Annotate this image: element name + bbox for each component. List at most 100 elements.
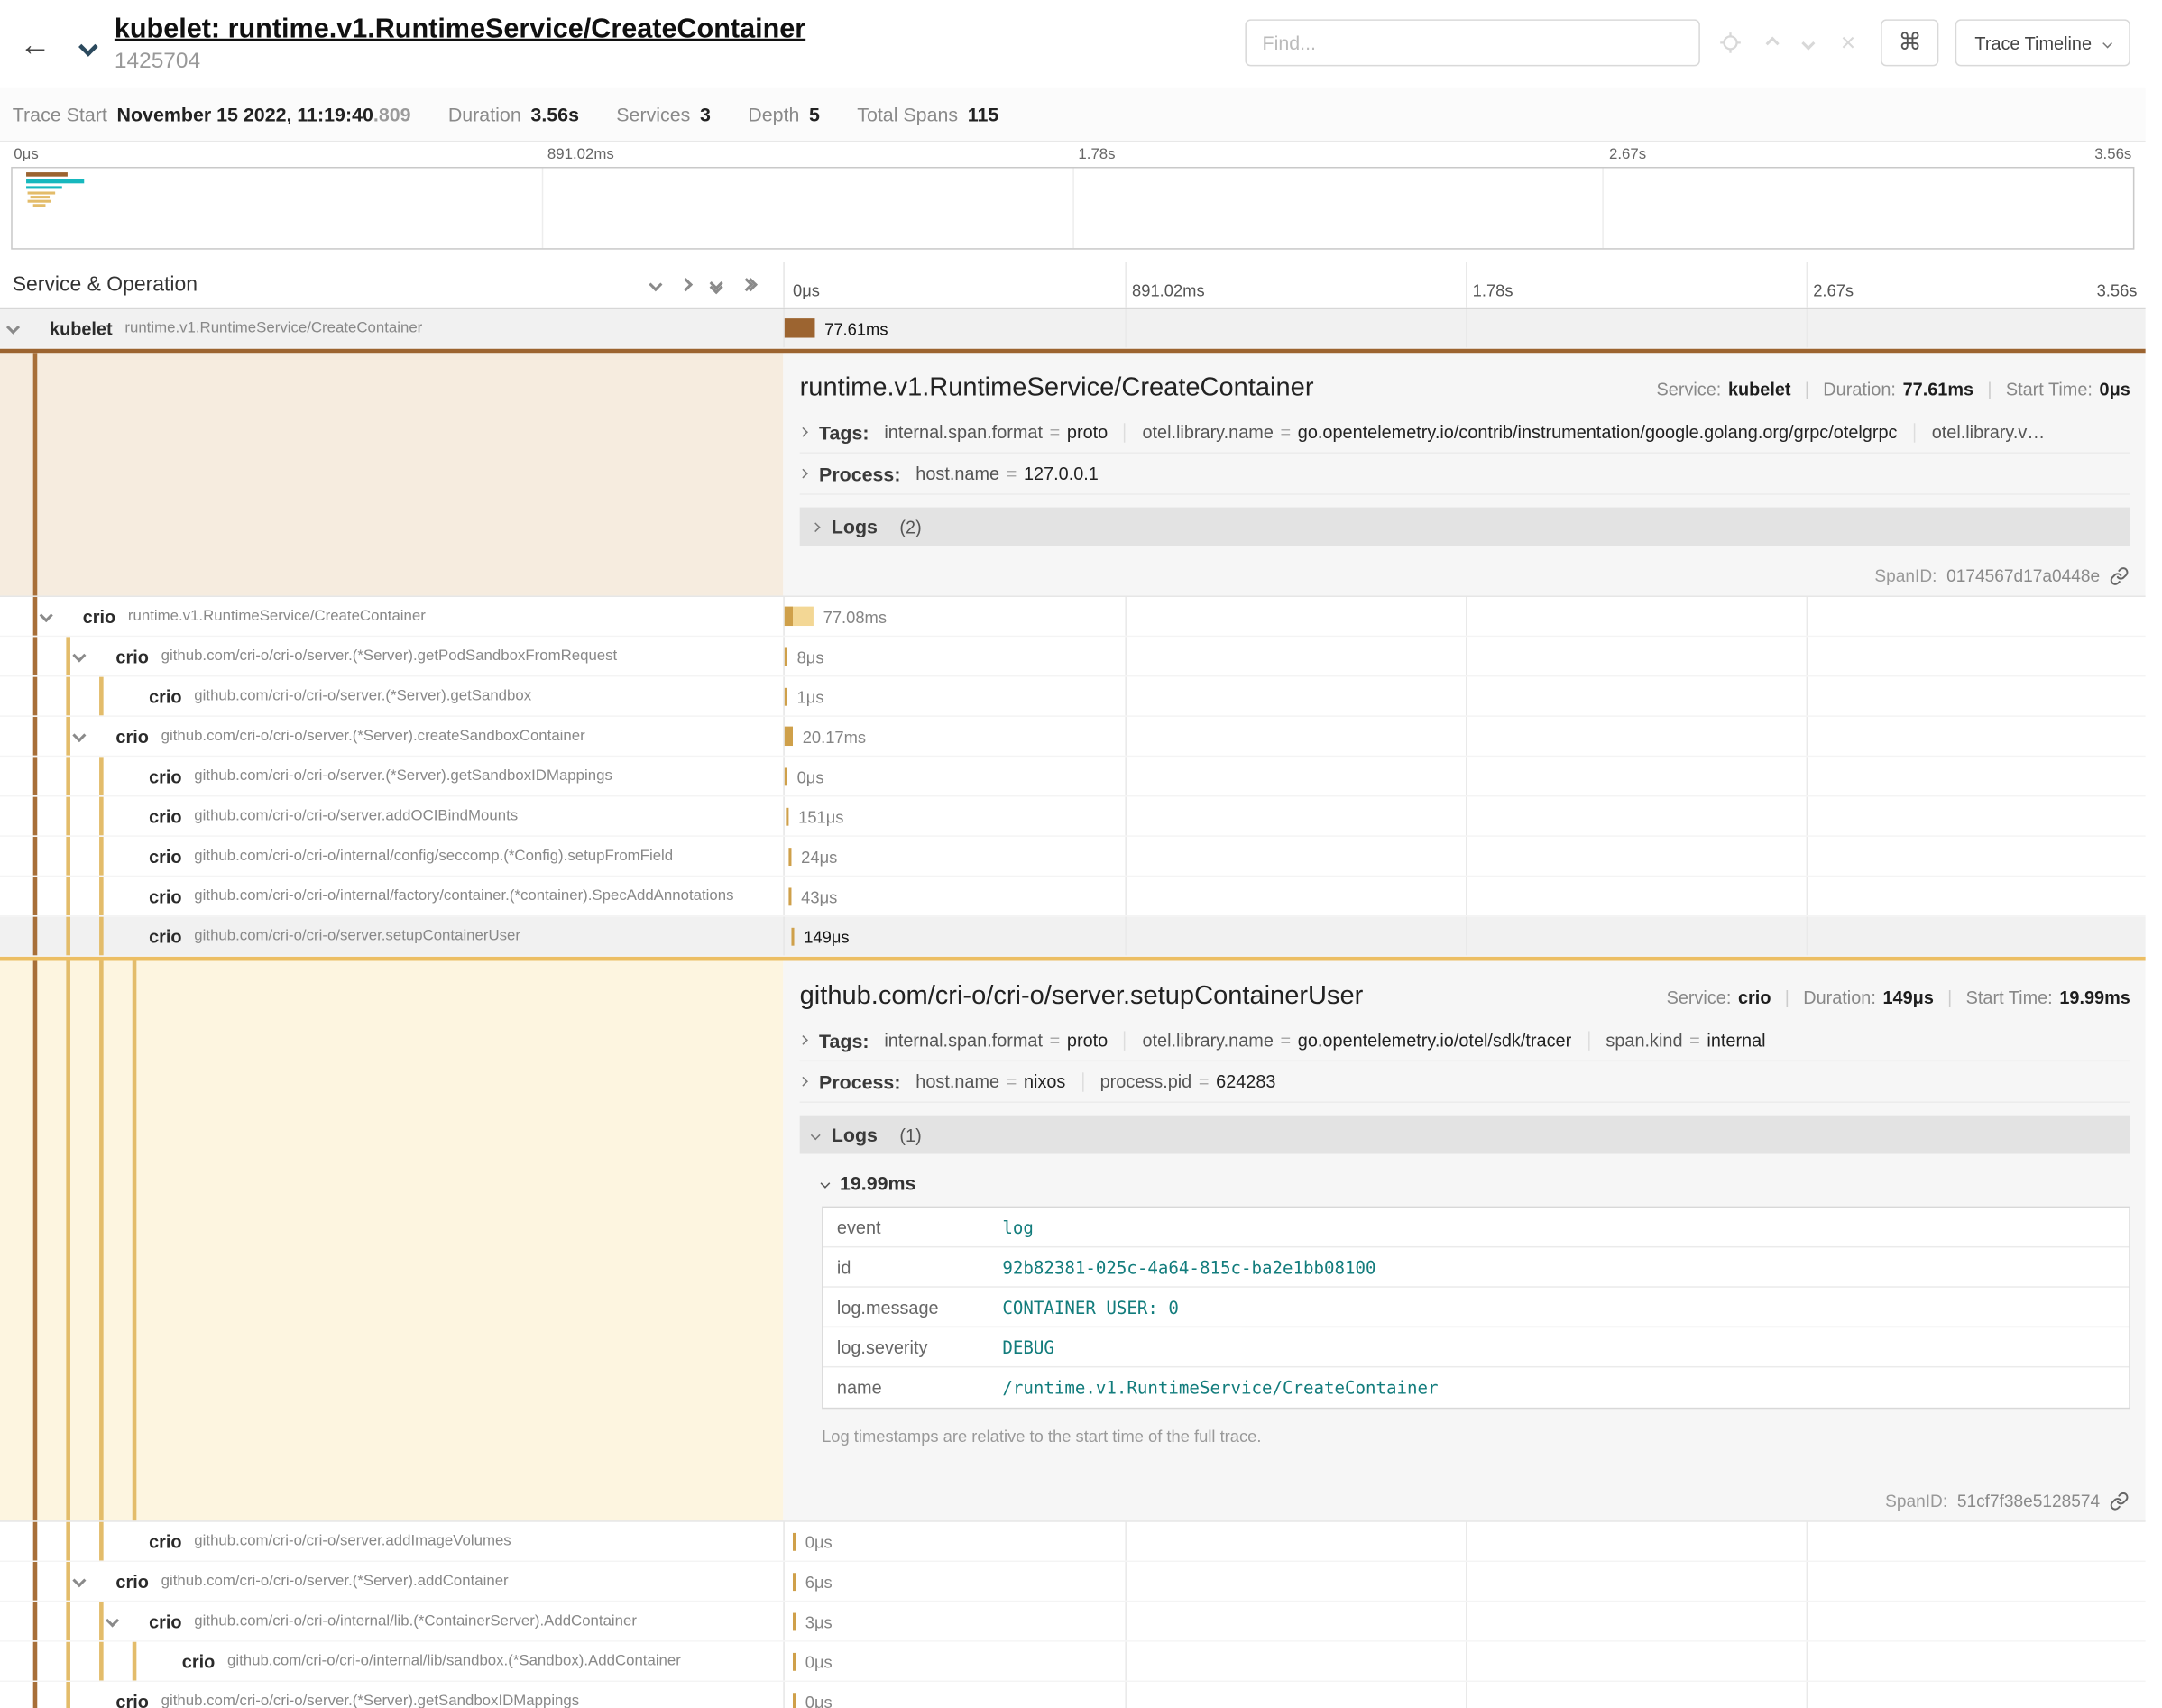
span-row[interactable]: criogithub.com/cri-o/cri-o/server.(*Serv… bbox=[0, 757, 2146, 796]
span-service-name: crio bbox=[115, 726, 148, 747]
span-row-timeline[interactable]: 20.17ms bbox=[783, 717, 2145, 756]
service-operation-title: Service & Operation bbox=[13, 273, 198, 297]
indent-guide bbox=[99, 677, 104, 716]
span-row[interactable]: criogithub.com/cri-o/cri-o/internal/lib.… bbox=[0, 1602, 2146, 1641]
tags-accordion[interactable]: Tags: internal.span.format=proto otel.li… bbox=[800, 412, 2130, 454]
minimap-canvas[interactable] bbox=[11, 167, 2134, 250]
span-row-timeline[interactable]: 0μs bbox=[783, 1522, 2145, 1561]
span-row-timeline[interactable]: 77.61ms bbox=[783, 308, 2145, 347]
log-note: Log timestamps are relative to the start… bbox=[822, 1427, 2130, 1446]
span-row[interactable]: criogithub.com/cri-o/cri-o/server.(*Serv… bbox=[0, 677, 2146, 717]
total-spans-label: Total Spans bbox=[857, 104, 958, 125]
expand-all-icon[interactable] bbox=[741, 280, 755, 289]
span-duration-label: 77.61ms bbox=[824, 320, 888, 339]
span-row-timeline[interactable]: 77.08ms bbox=[783, 597, 2145, 636]
trace-title-link[interactable]: kubelet: runtime.v1.RuntimeService/Creat… bbox=[115, 14, 805, 44]
span-row[interactable]: criogithub.com/cri-o/cri-o/internal/lib/… bbox=[0, 1642, 2146, 1682]
chevron-down-icon[interactable] bbox=[72, 1574, 86, 1587]
span-operation-name: github.com/cri-o/cri-o/server.(*Server).… bbox=[194, 767, 612, 784]
chevron-down-icon[interactable] bbox=[40, 609, 53, 622]
span-name-wrapper: criogithub.com/cri-o/cri-o/internal/lib.… bbox=[149, 1602, 637, 1640]
chevron-down-icon[interactable] bbox=[106, 1613, 119, 1627]
indent-guide bbox=[33, 1602, 38, 1640]
span-duration-label: 3μs bbox=[805, 1613, 833, 1632]
process-accordion[interactable]: Process: host.name=nixos process.pid=624… bbox=[800, 1061, 2130, 1103]
process-accordion[interactable]: Process: host.name=127.0.0.1 bbox=[800, 454, 2130, 495]
span-row[interactable]: criogithub.com/cri-o/cri-o/internal/fact… bbox=[0, 877, 2146, 916]
back-arrow-icon[interactable]: ← bbox=[19, 25, 51, 62]
span-name-wrapper: criogithub.com/cri-o/cri-o/internal/lib/… bbox=[182, 1642, 681, 1681]
span-row-timeline[interactable]: 149μs bbox=[783, 917, 2145, 956]
collapse-one-icon[interactable] bbox=[649, 278, 662, 291]
span-name-wrapper: criogithub.com/cri-o/cri-o/server.(*Serv… bbox=[115, 717, 584, 756]
span-row-timeline[interactable]: 43μs bbox=[783, 877, 2145, 915]
span-operation-name: github.com/cri-o/cri-o/internal/factory/… bbox=[194, 887, 733, 904]
logs-accordion[interactable]: Logs (1) bbox=[800, 1116, 2130, 1154]
span-operation-name: github.com/cri-o/cri-o/server.(*Server).… bbox=[161, 1693, 580, 1708]
log-field-value: CONTAINER USER: 0 bbox=[1002, 1297, 1179, 1318]
span-detail-panel-kubelet: runtime.v1.RuntimeService/CreateContaine… bbox=[0, 349, 2146, 597]
collapse-all-icon[interactable] bbox=[712, 278, 722, 291]
chevron-down-icon[interactable] bbox=[72, 729, 86, 742]
span-row[interactable]: criogithub.com/cri-o/cri-o/server.(*Serv… bbox=[0, 637, 2146, 676]
span-row-timeline[interactable]: 24μs bbox=[783, 837, 2145, 876]
locate-span-icon[interactable] bbox=[1720, 32, 1742, 53]
prev-result-chevron-icon[interactable] bbox=[1766, 36, 1780, 50]
tag-separator bbox=[1588, 1031, 1590, 1050]
span-row-timeline[interactable]: 151μs bbox=[783, 797, 2145, 836]
span-row[interactable]: criogithub.com/cri-o/cri-o/server.(*Serv… bbox=[0, 1562, 2146, 1602]
link-icon[interactable] bbox=[2110, 566, 2129, 585]
tag-item: otel.library.name=go.opentelemetry.io/co… bbox=[1142, 422, 1897, 443]
span-row-left: criogithub.com/cri-o/cri-o/server.setupC… bbox=[0, 917, 783, 956]
duration-label: Duration: bbox=[1803, 987, 1876, 1008]
span-row-timeline[interactable]: 0μs bbox=[783, 1682, 2145, 1708]
span-row-timeline[interactable]: 0μs bbox=[783, 1642, 2145, 1681]
span-row-timeline[interactable]: 1μs bbox=[783, 677, 2145, 716]
indent-guide bbox=[99, 1522, 104, 1561]
indent-guide bbox=[66, 917, 70, 956]
log-entry-timestamp: 19.99ms bbox=[840, 1171, 916, 1193]
chevron-down-icon[interactable] bbox=[72, 648, 86, 662]
chevron-right-icon bbox=[811, 522, 821, 532]
chevron-down-icon[interactable] bbox=[6, 320, 20, 334]
log-field-row: event log bbox=[823, 1208, 2130, 1247]
span-row[interactable]: criogithub.com/cri-o/cri-o/server.setupC… bbox=[0, 917, 2146, 957]
span-row[interactable]: criogithub.com/cri-o/cri-o/internal/conf… bbox=[0, 837, 2146, 877]
tags-accordion[interactable]: Tags: internal.span.format=proto otel.li… bbox=[800, 1020, 2130, 1061]
log-entry-toggle[interactable]: 19.99ms bbox=[822, 1171, 2130, 1193]
span-duration-bar bbox=[785, 607, 814, 626]
span-row-timeline[interactable]: 0μs bbox=[783, 757, 2145, 795]
services-item: Services 3 bbox=[616, 104, 711, 125]
span-row-timeline[interactable]: 3μs bbox=[783, 1602, 2145, 1640]
span-row-timeline[interactable]: 6μs bbox=[783, 1562, 2145, 1601]
span-row[interactable]: criogithub.com/cri-o/cri-o/server.addIma… bbox=[0, 1522, 2146, 1562]
expand-one-icon[interactable] bbox=[679, 278, 693, 291]
service-label: Service: bbox=[1657, 379, 1722, 399]
indent-guide bbox=[99, 960, 104, 1520]
span-row[interactable]: crioruntime.v1.RuntimeService/CreateCont… bbox=[0, 597, 2146, 637]
logs-accordion[interactable]: Logs (2) bbox=[800, 508, 2130, 546]
span-row[interactable]: criogithub.com/cri-o/cri-o/server.(*Serv… bbox=[0, 1682, 2146, 1708]
ruler-tick: 1.78s bbox=[1473, 281, 1513, 300]
next-result-chevron-icon[interactable] bbox=[1802, 36, 1816, 50]
log-field-row: name /runtime.v1.RuntimeService/CreateCo… bbox=[823, 1367, 2130, 1407]
depth-value: 5 bbox=[809, 104, 820, 125]
span-row[interactable]: criogithub.com/cri-o/cri-o/server.addOCI… bbox=[0, 797, 2146, 837]
link-icon[interactable] bbox=[2110, 1492, 2129, 1511]
tags-label: Tags: bbox=[819, 421, 869, 443]
meta-separator: | bbox=[1805, 379, 1809, 399]
span-row[interactable]: kubeletruntime.v1.RuntimeService/CreateC… bbox=[0, 308, 2146, 348]
indent-guide bbox=[66, 637, 70, 675]
indent-guide bbox=[66, 797, 70, 836]
process-item: host.name=127.0.0.1 bbox=[915, 464, 1099, 484]
indent-guide bbox=[66, 877, 70, 915]
find-input[interactable] bbox=[1246, 19, 1700, 66]
indent-guide bbox=[33, 597, 38, 636]
keyboard-shortcuts-button[interactable]: ⌘ bbox=[1881, 19, 1938, 66]
trace-view-selector-button[interactable]: Trace Timeline bbox=[1955, 19, 2130, 66]
collapse-header-chevron-icon[interactable] bbox=[78, 37, 98, 57]
clear-search-icon[interactable]: ✕ bbox=[1840, 33, 1856, 52]
span-row-timeline[interactable]: 8μs bbox=[783, 637, 2145, 675]
span-row[interactable]: criogithub.com/cri-o/cri-o/server.(*Serv… bbox=[0, 717, 2146, 757]
minimap-span-bar bbox=[26, 179, 84, 184]
